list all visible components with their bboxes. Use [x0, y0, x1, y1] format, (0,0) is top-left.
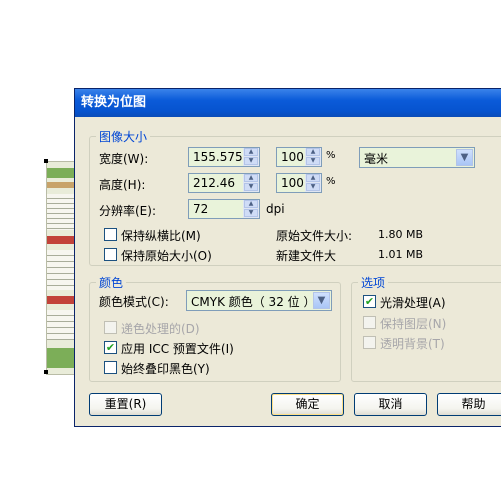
keep-layers-label: 保持图层(N): [380, 317, 447, 331]
keep-aspect-label[interactable]: 保持纵横比(M): [121, 227, 201, 244]
width-up-icon[interactable]: ▲: [244, 148, 258, 156]
options-group: 选项 ✔ 光滑处理(A) 保持图层(N) 透明背景(T): [351, 274, 501, 382]
dither-checkbox: [104, 321, 117, 334]
icc-profile-checkbox[interactable]: ✔: [104, 341, 117, 354]
new-size-value: 1.01 MB: [378, 248, 424, 261]
antialias-checkbox[interactable]: ✔: [363, 295, 376, 308]
height-label: 高度(H):: [99, 178, 146, 192]
ok-button[interactable]: 确定: [271, 393, 344, 416]
color-mode-selected: CMYK 颜色（ 32 位 ）: [191, 295, 316, 309]
resolution-up-icon[interactable]: ▲: [244, 200, 258, 208]
keep-layers-checkbox: [363, 316, 376, 329]
reset-button[interactable]: 重置(R): [89, 393, 162, 416]
width-percent-spinner[interactable]: 100 ▲ ▼: [276, 147, 322, 167]
document-thumbnail: [46, 161, 77, 375]
width-percent-down-icon[interactable]: ▼: [306, 157, 320, 165]
help-button[interactable]: 帮助: [437, 393, 501, 416]
image-size-legend: 图像大小: [96, 128, 151, 145]
height-percent-value: 100: [281, 176, 304, 190]
width-percent-up-icon[interactable]: ▲: [306, 148, 320, 156]
width-value: 155.575: [193, 150, 243, 164]
resolution-label: 分辨率(E):: [99, 204, 156, 218]
original-size-value: 1.80 MB: [378, 228, 424, 241]
width-down-icon[interactable]: ▼: [244, 157, 258, 165]
color-mode-chevron-down-icon[interactable]: ▼: [313, 292, 330, 309]
antialias-check-icon: ✔: [364, 295, 375, 308]
transparent-bg-checkbox: [363, 336, 376, 349]
width-percent-sign: %: [326, 150, 336, 161]
options-legend: 选项: [358, 274, 389, 291]
image-size-group: 图像大小 宽度(W): 155.575 ▲ ▼ 100 ▲ ▼ % 毫米 ▼ 高度(…: [89, 128, 501, 266]
antialias-label[interactable]: 光滑处理(A): [380, 294, 446, 311]
height-percent-sign: %: [326, 176, 336, 187]
color-legend: 颜色: [96, 274, 127, 291]
height-up-icon[interactable]: ▲: [244, 174, 258, 182]
resolution-spinner[interactable]: 72 ▲ ▼: [188, 199, 260, 219]
color-mode-select[interactable]: CMYK 颜色（ 32 位 ） ▼: [186, 290, 332, 311]
selection-handle-bottom[interactable]: [44, 370, 48, 374]
height-spinner[interactable]: 212.46 ▲ ▼: [188, 173, 260, 193]
new-size-label: 新建文件大: [276, 249, 337, 263]
height-percent-up-icon[interactable]: ▲: [306, 174, 320, 182]
dialog-title: 转换为位图: [75, 89, 501, 117]
dither-label: 递色处理的(D): [121, 322, 200, 336]
selection-handle-top[interactable]: [44, 159, 48, 163]
original-size-label: 原始文件大小:: [276, 229, 353, 243]
unit-selected: 毫米: [364, 152, 389, 166]
convert-to-bitmap-dialog: 转换为位图 图像大小 宽度(W): 155.575 ▲ ▼ 100 ▲ ▼ % 毫米…: [74, 88, 501, 427]
width-label: 宽度(W):: [99, 152, 149, 166]
width-percent-value: 100: [281, 150, 304, 164]
height-percent-down-icon[interactable]: ▼: [306, 183, 320, 191]
resolution-down-icon[interactable]: ▼: [244, 209, 258, 217]
icc-profile-label[interactable]: 应用 ICC 预置文件(I): [121, 340, 234, 357]
width-spinner[interactable]: 155.575 ▲ ▼: [188, 147, 260, 167]
resolution-value: 72: [193, 202, 209, 216]
keep-aspect-checkbox[interactable]: [104, 228, 117, 241]
keep-original-label[interactable]: 保持原始大小(O): [121, 247, 212, 264]
overprint-black-label[interactable]: 始终叠印黑色(Y): [121, 360, 210, 377]
keep-original-checkbox[interactable]: [104, 248, 117, 261]
overprint-black-checkbox[interactable]: [104, 361, 117, 374]
unit-chevron-down-icon[interactable]: ▼: [456, 149, 473, 166]
color-group: 颜色 颜色模式(C): CMYK 颜色（ 32 位 ） ▼ 递色处理的(D) ✔…: [89, 274, 341, 382]
icc-check-icon: ✔: [105, 341, 116, 354]
height-down-icon[interactable]: ▼: [244, 183, 258, 191]
cancel-button[interactable]: 取消: [354, 393, 427, 416]
resolution-unit: dpi: [266, 202, 285, 216]
color-mode-label: 颜色模式(C):: [99, 295, 169, 309]
height-value: 212.46: [193, 176, 235, 190]
height-percent-spinner[interactable]: 100 ▲ ▼: [276, 173, 322, 193]
transparent-bg-label: 透明背景(T): [380, 337, 445, 351]
unit-select[interactable]: 毫米 ▼: [359, 147, 475, 168]
